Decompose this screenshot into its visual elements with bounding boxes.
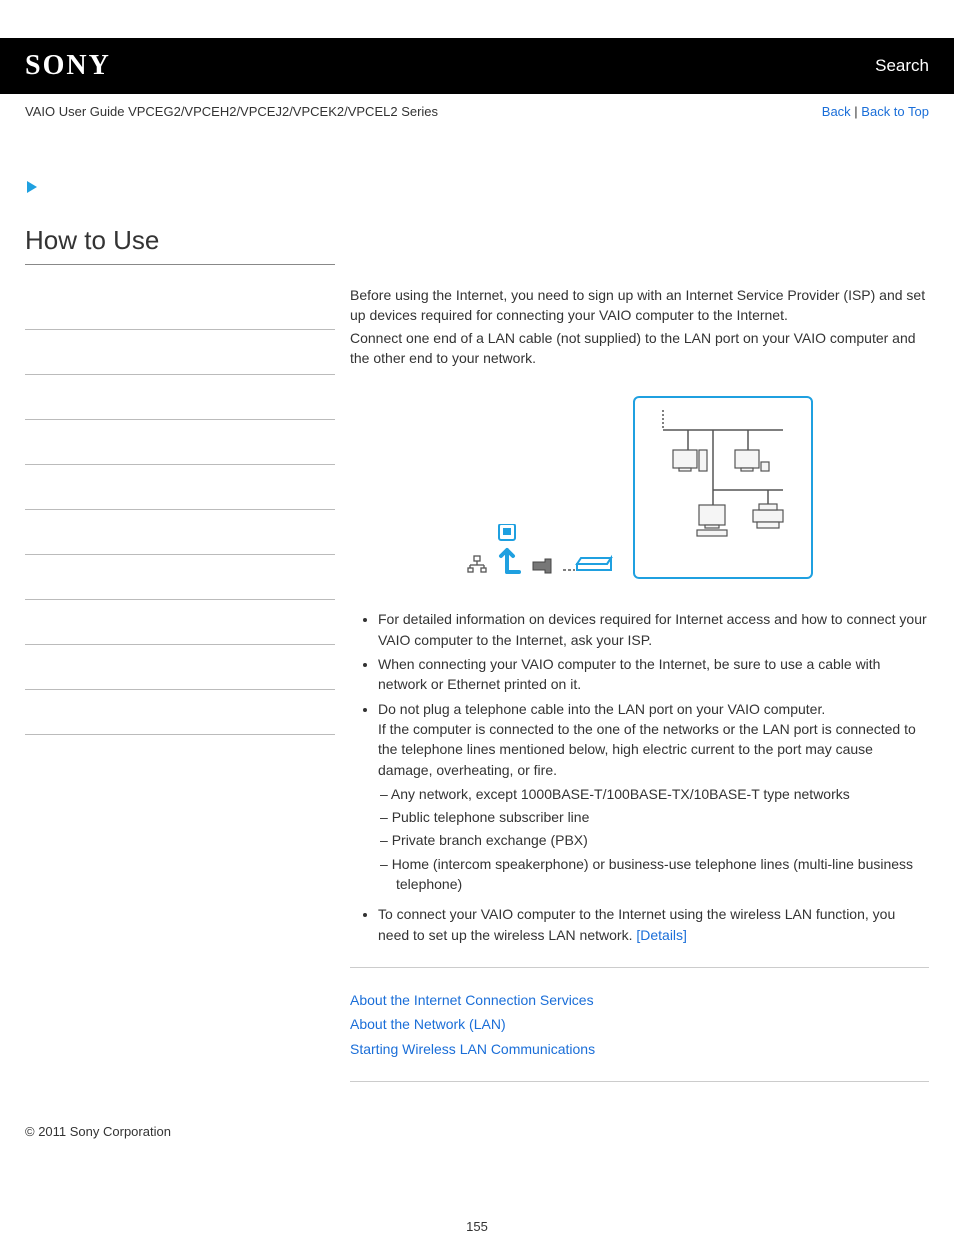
network-diagram (350, 396, 929, 579)
related-link[interactable]: Starting Wireless LAN Communications (350, 1039, 929, 1059)
back-to-top-link[interactable]: Back to Top (861, 104, 929, 119)
rj45-connector-icon (531, 558, 553, 579)
copyright: © 2011 Sony Corporation (25, 1124, 171, 1139)
related-links: About the Internet Connection Services A… (350, 990, 929, 1059)
sidebar (25, 285, 335, 1104)
list-item-text: Do not plug a telephone cable into the L… (378, 701, 825, 717)
list-item: To connect your VAIO computer to the Int… (378, 904, 929, 945)
page-title: How to Use (25, 225, 335, 265)
list-item: When connecting your VAIO computer to th… (378, 654, 929, 695)
dash-list: Any network, except 1000BASE-T/100BASE-T… (378, 784, 929, 894)
sidebar-item[interactable] (25, 375, 335, 420)
list-item: Public telephone subscriber line (396, 807, 929, 827)
nav-links: Back | Back to Top (822, 104, 929, 119)
list-item: Any network, except 1000BASE-T/100BASE-T… (396, 784, 929, 804)
lan-symbol-icon (467, 554, 487, 579)
list-item: Do not plug a telephone cable into the L… (378, 699, 929, 895)
separator (350, 1081, 929, 1082)
related-link[interactable]: About the Network (LAN) (350, 1014, 929, 1034)
page-number: 155 (0, 1219, 954, 1234)
sidebar-item[interactable] (25, 330, 335, 375)
network-box (633, 396, 813, 579)
intro-paragraph: Connect one end of a LAN cable (not supp… (350, 328, 929, 369)
related-link[interactable]: About the Internet Connection Services (350, 990, 929, 1010)
list-item: For detailed information on devices requ… (378, 609, 929, 650)
back-link[interactable]: Back (822, 104, 851, 119)
arrow-up-icon (497, 524, 521, 579)
lan-port-group (467, 524, 613, 579)
footer: © 2011 Sony Corporation (0, 1104, 954, 1179)
sidebar-item[interactable] (25, 510, 335, 555)
list-item: Home (intercom speakerphone) or business… (396, 854, 929, 895)
main-content: Before using the Internet, you need to s… (335, 285, 929, 1104)
sidebar-item[interactable] (25, 645, 335, 690)
details-link[interactable]: [Details] (636, 927, 687, 943)
note-list: For detailed information on devices requ… (350, 609, 929, 894)
sidebar-item[interactable] (25, 285, 335, 330)
sony-logo: SONY (25, 50, 111, 82)
note-list-2: To connect your VAIO computer to the Int… (350, 904, 929, 945)
subheader: VAIO User Guide VPCEG2/VPCEH2/VPCEJ2/VPC… (0, 94, 954, 129)
sidebar-item[interactable] (25, 690, 335, 735)
nav-separator: | (851, 104, 862, 119)
intro-text: Before using the Internet, you need to s… (350, 285, 929, 368)
modem-icon (563, 550, 613, 579)
list-item-text: If the computer is connected to the one … (378, 721, 916, 778)
list-item: Private branch exchange (PBX) (396, 830, 929, 850)
breadcrumb-arrow-icon (25, 179, 929, 195)
separator (350, 967, 929, 968)
sidebar-item[interactable] (25, 420, 335, 465)
intro-paragraph: Before using the Internet, you need to s… (350, 285, 929, 326)
search-link[interactable]: Search (875, 56, 929, 76)
sidebar-item[interactable] (25, 465, 335, 510)
sidebar-item[interactable] (25, 600, 335, 645)
header-bar: SONY Search (0, 38, 954, 94)
sidebar-item[interactable] (25, 555, 335, 600)
guide-title: VAIO User Guide VPCEG2/VPCEH2/VPCEJ2/VPC… (25, 104, 438, 119)
